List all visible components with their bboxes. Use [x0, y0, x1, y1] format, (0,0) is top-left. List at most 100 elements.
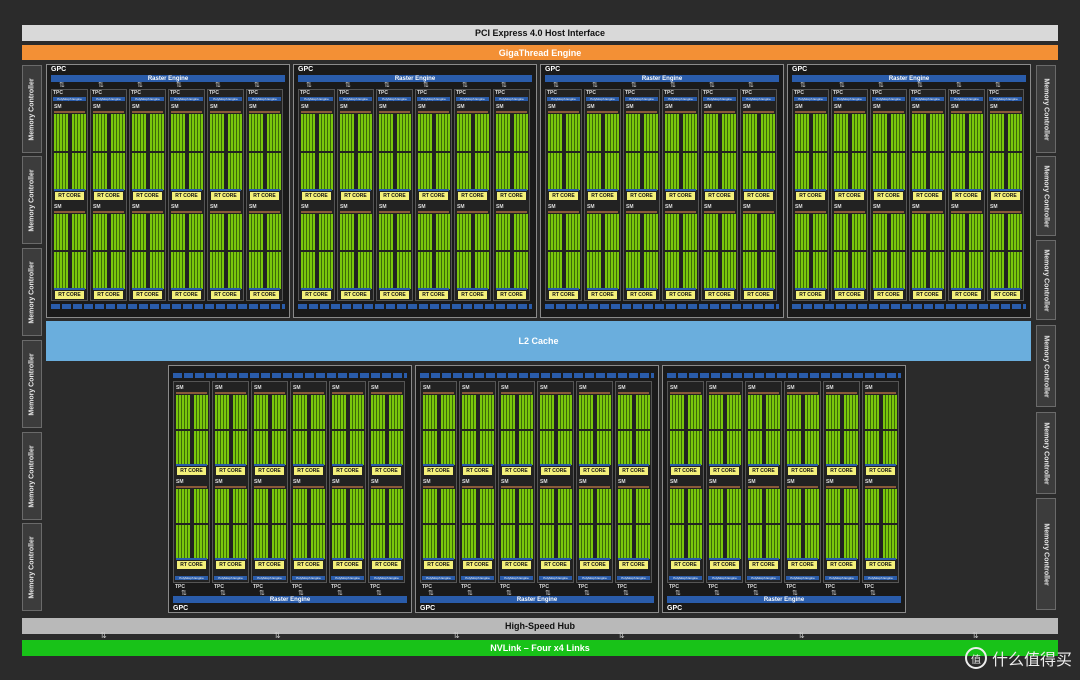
cuda-cores	[951, 152, 965, 190]
load-store	[457, 188, 488, 191]
load-store	[795, 188, 826, 191]
sm-label: SM	[990, 203, 998, 210]
sm-label: SM	[787, 385, 795, 391]
register-file	[548, 111, 579, 113]
cuda-cores	[834, 213, 848, 251]
rt-core: RT CORE	[835, 291, 864, 299]
cuda-cores	[604, 213, 619, 251]
load-store	[834, 188, 865, 191]
register-file	[340, 210, 371, 213]
tpc-label: TPC	[456, 90, 466, 96]
load-store	[254, 558, 285, 560]
sm-label: SM	[457, 104, 465, 110]
cuda-cores	[990, 114, 1004, 151]
tpc: TPC PolyMorph Engine SM RT CORE SM RT CORE	[870, 89, 907, 301]
cuda-cores	[474, 213, 489, 251]
polymorph-engine: PolyMorph Engine	[989, 97, 1022, 101]
cuda-cores	[540, 489, 554, 523]
sm-label: SM	[587, 104, 595, 110]
rt-core: RT CORE	[419, 291, 448, 299]
cuda-cores	[176, 431, 190, 465]
sm-label: SM	[912, 203, 920, 210]
cuda-cores	[890, 152, 905, 190]
cuda-cores	[557, 431, 572, 465]
cuda-cores	[193, 395, 208, 429]
cuda-cores	[188, 114, 203, 151]
arrow-icon: ⇅	[59, 82, 65, 89]
cuda-cores	[518, 525, 533, 559]
load-store	[579, 464, 610, 466]
cuda-cores	[54, 152, 68, 190]
cuda-cores	[709, 525, 723, 559]
tpc: TPC PolyMorph Engine SM RT CORE SM RT CORE	[246, 89, 283, 301]
memory-controller-label: Memory Controller	[1042, 522, 1050, 586]
polymorph-engine: PolyMorph Engine	[248, 97, 281, 101]
cuda-cores	[596, 395, 611, 429]
cuda-cores	[496, 252, 510, 289]
cuda-cores	[371, 431, 385, 465]
tpc: TPC PolyMorph Engine SM RT CORE SM RT CORE	[376, 89, 413, 301]
tpc: TPC PolyMorph Engine SM RT CORE SM RT CORE	[545, 89, 582, 301]
cuda-cores	[171, 213, 185, 251]
cuda-cores	[318, 152, 333, 190]
cuda-cores	[193, 525, 208, 559]
cuda-cores	[760, 213, 775, 251]
tpc: TPC PolyMorph Engine SM RT CORE SM RT CORE	[454, 89, 491, 301]
cuda-cores	[388, 395, 403, 429]
cuda-cores	[626, 213, 640, 251]
tpc-label: TPC	[794, 90, 804, 96]
cuda-cores	[149, 152, 164, 190]
sm-label: SM	[249, 203, 257, 210]
cuda-cores	[626, 152, 640, 190]
tpc-label: TPC	[417, 90, 427, 96]
cuda-cores	[795, 152, 809, 190]
cuda-cores	[340, 213, 354, 251]
cuda-cores	[626, 114, 640, 151]
sm-label: SM	[665, 203, 673, 210]
cuda-cores	[890, 252, 905, 289]
tpc: SM RT CORE SM RT CORE PolyMorph Engine TPC	[862, 381, 899, 590]
load-store	[379, 188, 410, 191]
load-store	[93, 188, 124, 191]
load-store	[423, 558, 454, 560]
rt-core: RT CORE	[177, 561, 206, 569]
memory-controller: Memory Controller	[22, 340, 42, 428]
cuda-cores	[704, 152, 718, 190]
load-store	[990, 188, 1021, 191]
sm-label: SM	[371, 385, 379, 391]
memory-controller-label: Memory Controller	[28, 352, 36, 416]
rt-core: RT CORE	[796, 191, 825, 200]
cuda-cores	[912, 252, 926, 289]
memory-controller: Memory Controller	[22, 248, 42, 336]
sm-label: SM	[93, 203, 101, 210]
sm-label: SM	[704, 104, 712, 110]
sm-label: SM	[423, 479, 431, 485]
register-file	[873, 111, 904, 113]
cuda-cores	[643, 114, 658, 151]
cuda-cores	[332, 395, 346, 429]
sm-label: SM	[709, 385, 717, 391]
rt-core: RT CORE	[55, 291, 84, 299]
register-file	[501, 392, 532, 394]
tpc-label: TPC	[989, 90, 999, 96]
sm-label: SM	[587, 203, 595, 210]
sm-label: SM	[540, 479, 548, 485]
register-file	[709, 486, 740, 488]
polymorph-engine: PolyMorph Engine	[170, 97, 203, 101]
cuda-cores	[665, 114, 679, 151]
register-file	[704, 210, 735, 213]
cuda-cores	[687, 525, 702, 559]
sm-label: SM	[748, 385, 756, 391]
memory-controller: Memory Controller	[22, 523, 42, 611]
cuda-cores	[990, 152, 1004, 190]
polymorph-engine: PolyMorph Engine	[422, 576, 455, 580]
memory-controller-label: Memory Controller	[1042, 334, 1050, 398]
polymorph-engine: PolyMorph Engine	[378, 97, 411, 101]
tpc: SM RT CORE SM RT CORE PolyMorph Engine TPC	[706, 381, 743, 590]
memory-controller: Memory Controller	[1036, 498, 1056, 610]
register-file	[709, 392, 740, 394]
cuda-cores	[557, 525, 572, 559]
sm-label: SM	[301, 104, 309, 110]
polymorph-engine: PolyMorph Engine	[175, 576, 208, 580]
register-file	[865, 392, 896, 394]
